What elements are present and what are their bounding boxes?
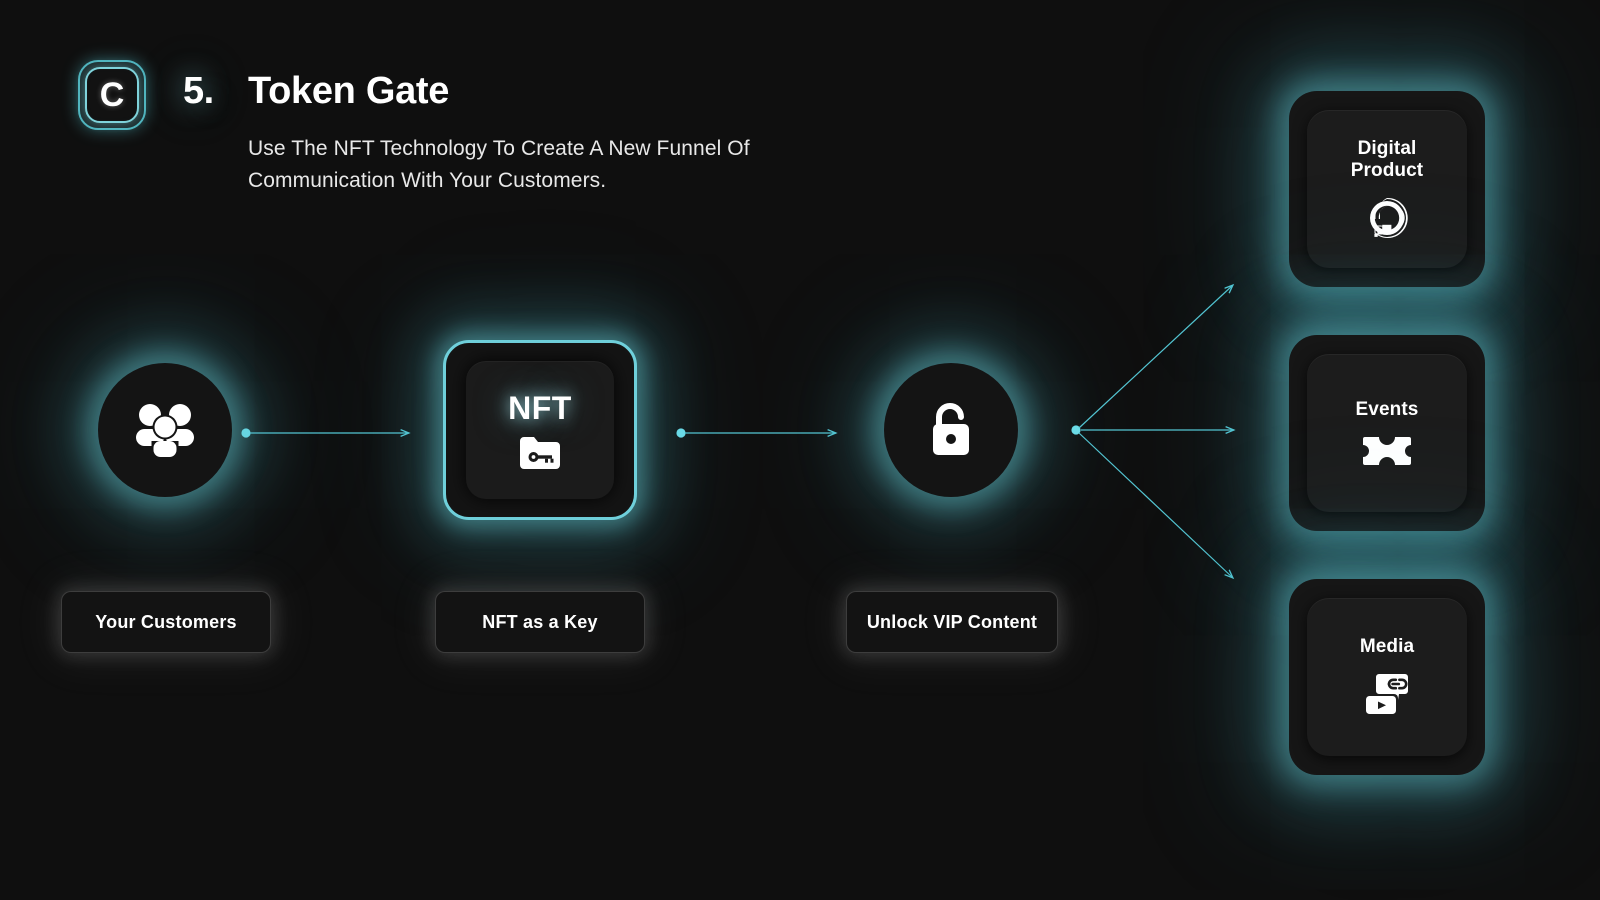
outcome-label-media: Media bbox=[1359, 635, 1415, 657]
outcome-label-events: Events bbox=[1355, 398, 1419, 420]
outcome-card-digital-product[interactable]: Digital Product bbox=[1289, 91, 1485, 287]
outcome-card-inner: Events bbox=[1307, 354, 1467, 512]
page-subtitle: Use The NFT Technology To Create A New F… bbox=[248, 137, 750, 192]
media-link-play-icon bbox=[1364, 674, 1408, 716]
node-your-customers[interactable] bbox=[98, 363, 232, 497]
outcome-card-inner: Media bbox=[1307, 598, 1467, 756]
brand-logo-icon: C bbox=[78, 60, 146, 130]
step-number: 5. bbox=[183, 70, 214, 112]
outcome-label-digital-product: Digital Product bbox=[1351, 138, 1423, 183]
connector-nft-to-unlock bbox=[676, 428, 836, 438]
connector-customers-to-nft bbox=[241, 428, 409, 438]
outcome-label-line1: Digital bbox=[1357, 137, 1417, 159]
label-nft-as-a-key: NFT as a Key bbox=[435, 591, 645, 653]
open-padlock-icon bbox=[933, 403, 969, 455]
diagram-canvas: C 5. Token Gate Use The NFT Technology T… bbox=[0, 0, 1600, 900]
connector-branch-hub bbox=[1071, 285, 1234, 578]
outcome-card-events[interactable]: Events bbox=[1289, 335, 1485, 531]
page-title: Token Gate bbox=[248, 70, 450, 112]
digitalocean-logo-icon bbox=[1370, 198, 1408, 239]
outcome-card-inner: Digital Product bbox=[1307, 110, 1467, 268]
people-group-icon bbox=[136, 404, 194, 457]
nft-badge-text: NFT bbox=[508, 389, 572, 426]
node-nft-as-a-key[interactable]: NFT bbox=[443, 340, 637, 520]
outcome-label-line2: Product bbox=[1350, 160, 1424, 181]
logo-letter: C bbox=[99, 76, 125, 114]
outcome-card-media[interactable]: Media bbox=[1289, 579, 1485, 775]
node-unlock-vip-content[interactable] bbox=[884, 363, 1018, 497]
ticket-icon bbox=[1363, 437, 1411, 466]
folder-key-icon bbox=[520, 436, 560, 469]
label-unlock-vip-content: Unlock VIP Content bbox=[846, 591, 1058, 653]
nft-card-inner: NFT bbox=[466, 361, 614, 499]
label-your-customers: Your Customers bbox=[61, 591, 271, 653]
